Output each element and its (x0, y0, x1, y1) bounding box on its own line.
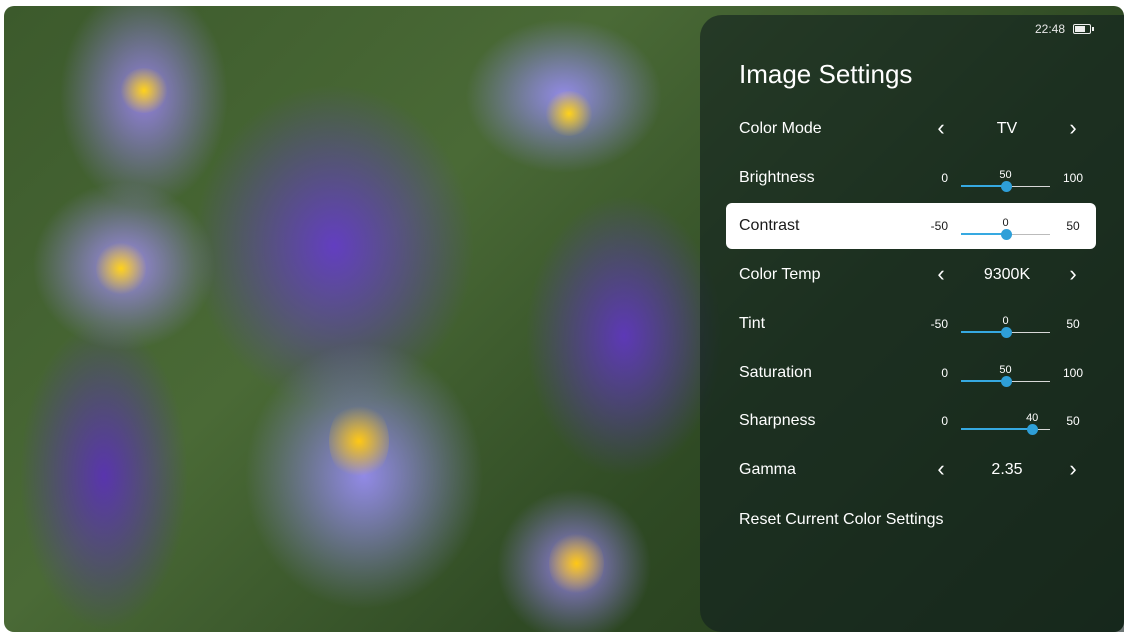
setting-row-contrast[interactable]: Contrast -50 0 50 (726, 203, 1096, 250)
slider-knob[interactable] (1000, 229, 1012, 241)
setting-row-color-mode[interactable]: Color Mode ‹ TV › (726, 106, 1096, 152)
status-bar: 22:48 (1034, 22, 1094, 36)
setting-label: Gamma (739, 460, 796, 478)
setting-value: TV (996, 120, 1018, 137)
slider-fill (961, 330, 1006, 333)
setting-label: Saturation (739, 363, 812, 381)
slider-min-label: 0 (941, 170, 948, 185)
slider-fill (961, 379, 1006, 382)
image-settings-panel: 22:48 Image Settings Color Mode ‹ TV › Brigh… (700, 15, 1124, 632)
chevron-left-icon[interactable]: ‹ (931, 263, 951, 285)
clock: 22:48 (1034, 22, 1065, 36)
setting-value: 9300K (983, 266, 1031, 284)
slider-fill (961, 233, 1006, 236)
setting-label: Color Temp (739, 266, 821, 284)
slider-fill (961, 184, 1006, 187)
slider-track[interactable]: 40 (961, 412, 1050, 436)
flower-stamen (96, 241, 146, 296)
reset-color-settings-button[interactable]: Reset Current Color Settings (739, 511, 944, 529)
page-title: Image Settings (739, 59, 913, 89)
setting-label: Tint (739, 314, 766, 332)
slider-value: 40 (1026, 412, 1039, 425)
flower-stamen (119, 68, 169, 113)
setting-value: 2.35 (991, 460, 1023, 478)
setting-row-color-temp[interactable]: Color Temp ‹ 9300K › (726, 252, 1096, 298)
slider-max-label: 50 (1066, 414, 1080, 429)
setting-row-tint[interactable]: Tint -50 0 50 (726, 301, 1096, 347)
chevron-right-icon[interactable]: › (1063, 263, 1083, 285)
slider-knob[interactable] (1000, 375, 1012, 387)
slider-value: 50 (999, 363, 1012, 376)
slider-track[interactable]: 0 (961, 315, 1050, 338)
setting-row-sharpness[interactable]: Sharpness 0 40 50 (726, 398, 1096, 444)
slider-max-label: 100 (1062, 170, 1084, 185)
slider-track[interactable]: 50 (961, 169, 1050, 192)
setting-row-brightness[interactable]: Brightness 0 50 100 (726, 155, 1096, 201)
chevron-right-icon[interactable]: › (1063, 117, 1083, 139)
setting-label: Brightness (739, 168, 815, 186)
battery-icon (1073, 24, 1094, 34)
slider-min-label: -50 (930, 316, 948, 331)
setting-row-saturation[interactable]: Saturation 0 50 100 (726, 350, 1096, 396)
slider-max-label: 50 (1066, 219, 1080, 234)
chevron-left-icon[interactable]: ‹ (931, 117, 951, 139)
slider-max-label: 100 (1062, 365, 1084, 380)
chevron-left-icon[interactable]: ‹ (931, 457, 951, 480)
slider-value: 0 (1002, 314, 1009, 327)
slider-knob[interactable] (1027, 424, 1039, 436)
slider-knob[interactable] (1000, 180, 1012, 192)
setting-label: Contrast (739, 217, 800, 235)
setting-row-gamma[interactable]: Gamma ‹ 2.35 › (726, 447, 1096, 493)
chevron-right-icon[interactable]: › (1063, 457, 1083, 480)
slider-max-label: 50 (1066, 316, 1080, 331)
slider-knob[interactable] (1000, 326, 1012, 338)
slider-value: 0 (1002, 217, 1009, 230)
slider-min-label: -50 (930, 219, 948, 234)
slider-min-label: 0 (941, 365, 948, 380)
slider-min-label: 0 (941, 414, 948, 429)
slider-fill (961, 428, 1033, 431)
flower-stamen (329, 401, 389, 481)
slider-value: 50 (999, 168, 1012, 181)
flower-stamen (544, 91, 594, 136)
slider-track[interactable]: 0 (961, 217, 1050, 241)
flower-stamen (549, 531, 604, 596)
setting-label: Color Mode (739, 120, 822, 137)
setting-label: Sharpness (739, 412, 816, 430)
slider-track[interactable]: 50 (961, 364, 1050, 387)
